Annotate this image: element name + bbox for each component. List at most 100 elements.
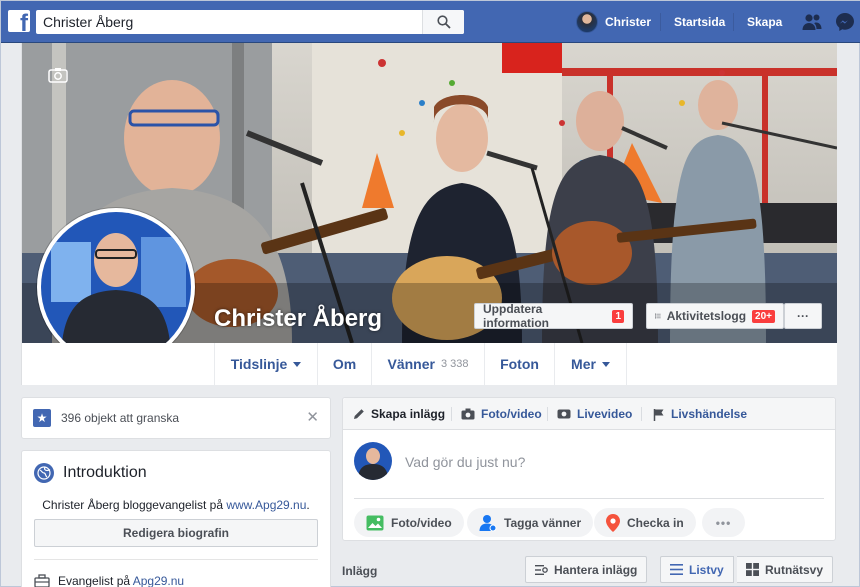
create-link[interactable]: Skapa (747, 15, 782, 29)
location-pin-icon (606, 513, 620, 532)
flag-icon (653, 408, 664, 421)
avatar (576, 11, 598, 33)
chevron-down-icon (293, 361, 302, 367)
profile-nav: Tidslinje Om Vänner 3 338 Foton Mer (22, 343, 837, 385)
list-icon (670, 564, 683, 575)
divider (451, 407, 452, 421)
more-icon: ··· (797, 309, 809, 323)
update-info-button[interactable]: Uppdatera information 1 (474, 302, 633, 330)
more-options-button[interactable]: ••• (702, 508, 745, 537)
list-icon (655, 313, 661, 319)
video-camera-icon (557, 409, 571, 419)
avatar (41, 212, 191, 362)
tab-label: Vänner (387, 356, 435, 372)
top-profile-link[interactable] (576, 10, 598, 34)
divider (641, 407, 642, 421)
list-view-label: Listvy (689, 562, 724, 577)
messenger-icon[interactable] (835, 12, 855, 32)
update-info-label: Uppdatera information (483, 302, 549, 330)
tab-about[interactable]: Om (317, 343, 371, 385)
photo-icon (366, 515, 384, 530)
profile-header: Christer Åberg Uppdatera information 1 A… (21, 43, 837, 385)
divider (354, 498, 824, 499)
notification-badge: 1 (612, 309, 624, 323)
review-items-card[interactable]: ★ 396 objekt att granska ✕ (21, 397, 331, 439)
home-link[interactable]: Startsida (674, 15, 725, 29)
tab-label: Tidslinje (230, 356, 288, 372)
divider (34, 559, 318, 560)
intro-title: Introduktion (63, 464, 147, 481)
divider (733, 13, 734, 31)
work-item: Evangelist på Apg29.nu (34, 574, 184, 587)
pill-label: Tagga vänner (504, 515, 582, 530)
tab-create-post[interactable]: Skapa inlägg (353, 398, 445, 430)
facebook-logo-icon[interactable]: f (8, 10, 30, 32)
photo-video-button[interactable]: Foto/video (354, 508, 464, 537)
tab-timeline[interactable]: Tidslinje (214, 343, 317, 385)
globe-icon (34, 463, 54, 483)
notification-badge: 20+ (752, 309, 775, 323)
intro-header: Introduktion (34, 463, 147, 483)
tab-photo-video[interactable]: Foto/video (461, 398, 542, 430)
tab-more[interactable]: Mer (554, 343, 627, 385)
work-link[interactable]: Apg29.nu (133, 574, 184, 587)
posts-heading: Inlägg (342, 564, 378, 578)
friend-requests-icon[interactable] (802, 12, 822, 32)
intro-card: Introduktion Christer Åberg bloggevangel… (21, 450, 331, 587)
tab-live-video[interactable]: Livevideo (557, 398, 632, 430)
friends-count: 3 338 (440, 358, 469, 370)
bio-text: Christer Åberg bloggevangelist på www.Ap… (22, 498, 330, 512)
grid-icon (746, 563, 759, 576)
work-text: Evangelist på (58, 574, 133, 587)
close-icon[interactable]: ✕ (306, 410, 319, 425)
tab-label: Skapa inlägg (371, 407, 446, 421)
tag-friends-button[interactable]: Tagga vänner (467, 508, 594, 537)
search-icon (436, 15, 451, 29)
settings-list-icon (535, 564, 548, 575)
composer-tabs: Skapa inlägg Foto/video Livevideo Livshä… (343, 398, 835, 430)
pill-label: Checka in (627, 515, 684, 530)
pill-label: Foto/video (391, 515, 452, 530)
activity-log-label: Aktivitetslogg (666, 309, 747, 323)
camera-icon[interactable] (48, 67, 68, 86)
edit-bio-button[interactable]: Redigera biografin (34, 519, 318, 547)
star-icon: ★ (33, 409, 51, 427)
tab-life-event[interactable]: Livshändelse (653, 398, 747, 430)
pencil-icon (354, 409, 364, 419)
manage-posts-label: Hantera inlägg (554, 562, 638, 577)
divider (547, 407, 548, 421)
tag-friends-icon (479, 514, 497, 531)
chevron-down-icon (601, 361, 610, 367)
profile-name-link[interactable]: Christer (605, 15, 651, 29)
tab-friends[interactable]: Vänner 3 338 (371, 343, 484, 385)
tab-label: Livshändelse (671, 407, 748, 421)
avatar (354, 442, 392, 480)
more-icon: ••• (715, 515, 732, 530)
activity-log-button[interactable]: Aktivitetslogg 20+ (646, 303, 784, 329)
search-input[interactable] (36, 10, 421, 34)
review-text: 396 objekt att granska (61, 411, 180, 425)
list-view-button[interactable]: Listvy (660, 556, 734, 583)
search-button[interactable] (422, 10, 464, 34)
grid-view-button[interactable]: Rutnätsvy (737, 556, 834, 583)
post-composer: Skapa inlägg Foto/video Livevideo Livshä… (342, 397, 836, 541)
camera-icon (461, 408, 475, 420)
top-bar: f Christer Startsida Skapa (1, 1, 860, 43)
tab-photos[interactable]: Foton (484, 343, 554, 385)
composer-input[interactable]: Vad gör du just nu? (405, 454, 525, 470)
search-box (36, 10, 464, 34)
check-in-button[interactable]: Checka in (594, 508, 696, 537)
bio-text-body: Christer Åberg bloggevangelist på (42, 498, 227, 512)
tab-label: Livevideo (577, 407, 633, 421)
tab-label: Foton (500, 356, 539, 372)
manage-posts-button[interactable]: Hantera inlägg (525, 556, 648, 583)
tab-label: Mer (571, 356, 596, 372)
bio-link[interactable]: www.Apg29.nu (226, 498, 306, 512)
tab-label: Om (332, 356, 357, 372)
tab-label: Foto/video (481, 407, 542, 421)
bio-text-end: . (306, 498, 310, 512)
grid-view-label: Rutnätsvy (765, 562, 824, 577)
profile-name[interactable]: Christer Åberg (214, 305, 382, 333)
more-options-button[interactable]: ··· (784, 303, 822, 329)
briefcase-icon (34, 574, 50, 587)
